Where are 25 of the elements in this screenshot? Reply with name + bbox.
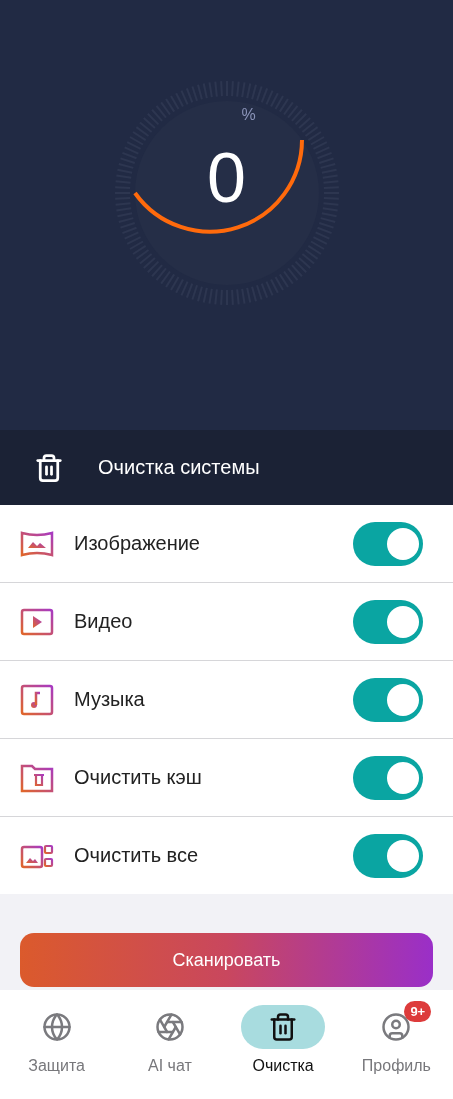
notification-badge: 9+ <box>404 1001 432 1022</box>
nav-label[interactable]: Очистка <box>252 1057 314 1075</box>
option-label: Очистить все <box>74 844 200 867</box>
music-icon <box>20 682 54 717</box>
globe-lock-icon <box>41 1012 72 1042</box>
toggle-switch[interactable] <box>353 521 423 566</box>
toggle-switch[interactable] <box>353 755 423 800</box>
option-label: Изображение <box>74 532 201 555</box>
profile-icon <box>381 1012 412 1042</box>
toggle-switch[interactable] <box>353 833 423 878</box>
nav-label[interactable]: Профиль <box>361 1057 431 1075</box>
scan-button[interactable]: Сканировать <box>20 933 433 987</box>
toggle-switch[interactable] <box>353 677 423 722</box>
option-label: Музыка <box>74 688 146 711</box>
percent-unit: % <box>241 106 256 124</box>
nav-label[interactable]: Защита <box>28 1057 85 1075</box>
toggle-switch[interactable] <box>353 599 423 644</box>
nav-label[interactable]: AI чат <box>148 1057 192 1075</box>
ai-chat-icon <box>154 1012 185 1042</box>
option-label: Очистить кэш <box>74 766 203 789</box>
nav-tab[interactable] <box>241 1005 326 1049</box>
trash-icon <box>34 452 64 483</box>
option-label: Видео <box>74 610 134 633</box>
percent-value: 0 <box>206 138 247 218</box>
section-title: Очистка системы <box>98 456 260 479</box>
